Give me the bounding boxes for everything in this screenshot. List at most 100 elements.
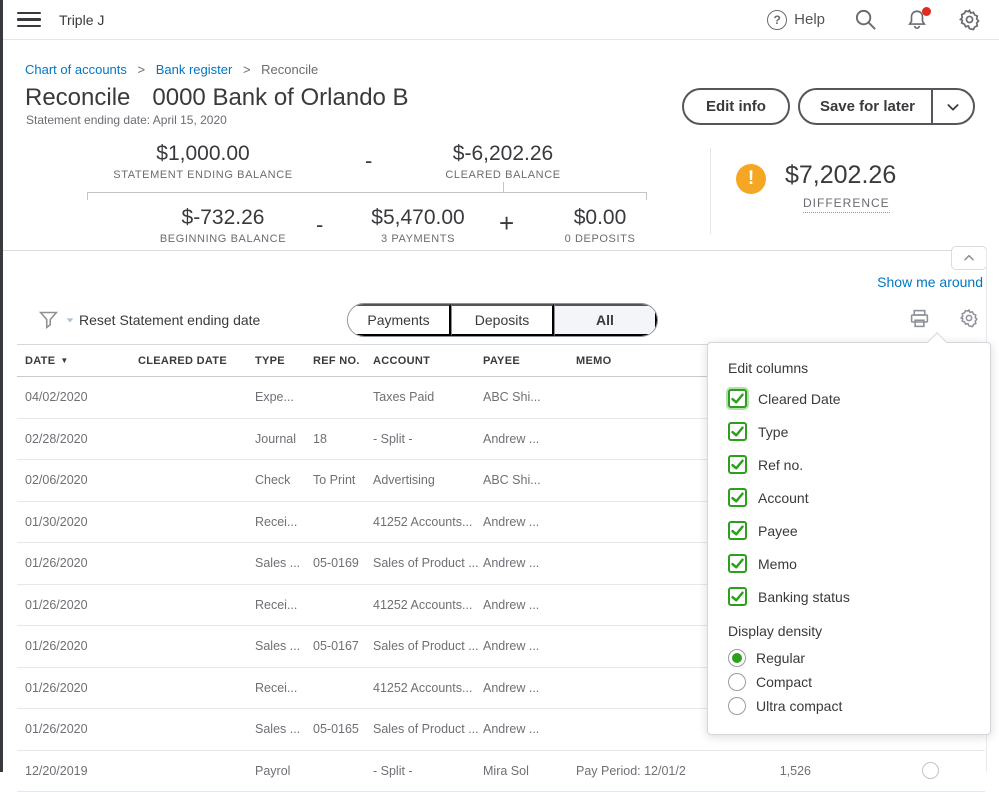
difference-link[interactable]: DIFFERENCE [803,196,890,213]
cell-type: Payrol [255,764,313,778]
cell-account: Advertising [373,473,483,487]
column-header-account: ACCOUNT [373,355,483,367]
cell-amount: 1,526 [726,764,811,778]
cell-ref-no: 05-0165 [313,722,373,736]
cell-account: Sales of Product ... [373,556,483,570]
checkbox-payee[interactable]: Payee [728,520,970,541]
statement-ending-label: STATEMENT ENDING BALANCE [73,169,333,181]
tab-all[interactable]: All [554,304,657,336]
column-header-date[interactable]: DATE▼ [25,355,138,367]
statement-ending-amount: $1,000.00 [73,142,333,166]
beginning-balance: $-732.26 BEGINNING BALANCE [123,206,323,245]
breadcrumb-current: Reconcile [261,62,318,77]
payments-total: $5,470.00 3 PAYMENTS [333,206,503,245]
breadcrumb-bank-register[interactable]: Bank register [156,62,233,77]
radio-compact[interactable]: Compact [728,672,970,692]
filter-funnel-icon [38,309,59,330]
radio-ultra-compact[interactable]: Ultra compact [728,696,970,716]
cell-ref-no: 05-0169 [313,556,373,570]
edit-info-button[interactable]: Edit info [682,88,790,125]
radio-regular[interactable]: Regular [728,648,970,668]
cell-date: 01/26/2020 [25,639,138,653]
top-bar: Triple J ? Help [3,0,999,40]
edit-columns-popover: Edit columns Cleared Date Type Ref no. A… [707,342,991,735]
help-icon: ? [767,10,787,30]
cell-account: 41252 Accounts... [373,598,483,612]
cell-date: 01/26/2020 [25,681,138,695]
popover-title: Edit columns [728,360,970,376]
cell-date: 02/06/2020 [25,473,138,487]
help-button[interactable]: ? Help [767,10,825,30]
table-row[interactable]: 12/20/2019 Payrol - Split - Mira Sol Pay… [17,751,985,792]
cell-payee: Andrew ... [483,556,576,570]
reset-statement-ending-date[interactable]: Reset Statement ending date [79,312,260,328]
deposits-total: $0.00 0 DEPOSITS [525,206,675,245]
cell-payee: Andrew ... [483,598,576,612]
cell-payee: Andrew ... [483,515,576,529]
cleared-status-circle[interactable] [922,762,939,779]
warning-icon: ! [736,164,766,194]
minus-operator: - [316,212,323,238]
checkbox-type[interactable]: Type [728,421,970,442]
cell-payee: Mira Sol [483,764,576,778]
print-icon[interactable] [907,306,931,330]
checkbox-checked-icon [728,389,747,408]
notifications-bell-icon[interactable] [905,8,929,32]
difference-divider [710,148,711,234]
settings-gear-icon[interactable] [957,8,981,32]
page-header: Chart of accounts > Bank register > Reco… [3,41,999,136]
filter-button[interactable] [38,309,75,330]
cell-ref-no: 05-0167 [313,639,373,653]
cell-date: 02/28/2020 [25,432,138,446]
checkbox-memo[interactable]: Memo [728,553,970,574]
table-settings-gear-icon[interactable] [957,306,981,330]
bracket-stem [503,182,504,192]
search-icon[interactable] [853,8,877,32]
cell-date: 01/30/2020 [25,515,138,529]
cell-payee: Andrew ... [483,722,576,736]
show-me-around-link[interactable]: Show me around [877,274,983,290]
checkbox-cleared-date[interactable]: Cleared Date [728,388,970,409]
radio-icon [728,649,746,667]
checkbox-account[interactable]: Account [728,487,970,508]
cell-account: Taxes Paid [373,390,483,404]
cleared-balance-label: CLEARED BALANCE [393,169,613,181]
column-header-memo: MEMO [576,355,726,367]
checkbox-checked-icon [728,587,747,606]
tab-deposits[interactable]: Deposits [451,304,554,336]
statement-ending-balance: $1,000.00 STATEMENT ENDING BALANCE [73,142,333,181]
cell-date: 01/26/2020 [25,598,138,612]
checkbox-banking-status[interactable]: Banking status [728,586,970,607]
cell-memo: Pay Period: 12/01/2 [576,764,726,778]
chevron-down-icon[interactable] [933,99,973,115]
save-for-later-button[interactable]: Save for later [798,88,975,125]
cleared-balance: $-6,202.26 CLEARED BALANCE [393,142,613,181]
breadcrumb-chart-of-accounts[interactable]: Chart of accounts [25,62,127,77]
cell-type: Expe... [255,390,313,404]
minus-operator: - [365,148,372,174]
cell-ref-no: To Print [313,473,373,487]
cell-ref-no: 18 [313,432,373,446]
account-name: 0000 Bank of Orlando B [152,84,408,112]
checkbox-ref-no-[interactable]: Ref no. [728,454,970,475]
sort-desc-icon: ▼ [60,356,68,365]
filter-dropdown-arrow-icon [65,315,75,325]
checkbox-checked-icon [728,455,747,474]
deposits-label: 0 DEPOSITS [525,233,675,245]
column-header-ref-no: REF NO. [313,355,373,367]
hamburger-menu-icon[interactable] [17,8,41,32]
checkbox-checked-icon [728,422,747,441]
cell-account: 41252 Accounts... [373,515,483,529]
cell-payee: Andrew ... [483,639,576,653]
cell-type: Recei... [255,681,313,695]
cell-type: Journal [255,432,313,446]
payments-label: 3 PAYMENTS [333,233,503,245]
cell-date: 01/26/2020 [25,722,138,736]
column-header-type: TYPE [255,355,313,367]
company-name: Triple J [59,12,104,28]
beginning-balance-amount: $-732.26 [123,206,323,230]
tab-payments[interactable]: Payments [348,304,451,336]
collapse-summary-button[interactable] [951,246,987,270]
cell-date: 12/20/2019 [25,764,138,778]
statement-ending-date: Statement ending date: April 15, 2020 [26,113,227,127]
